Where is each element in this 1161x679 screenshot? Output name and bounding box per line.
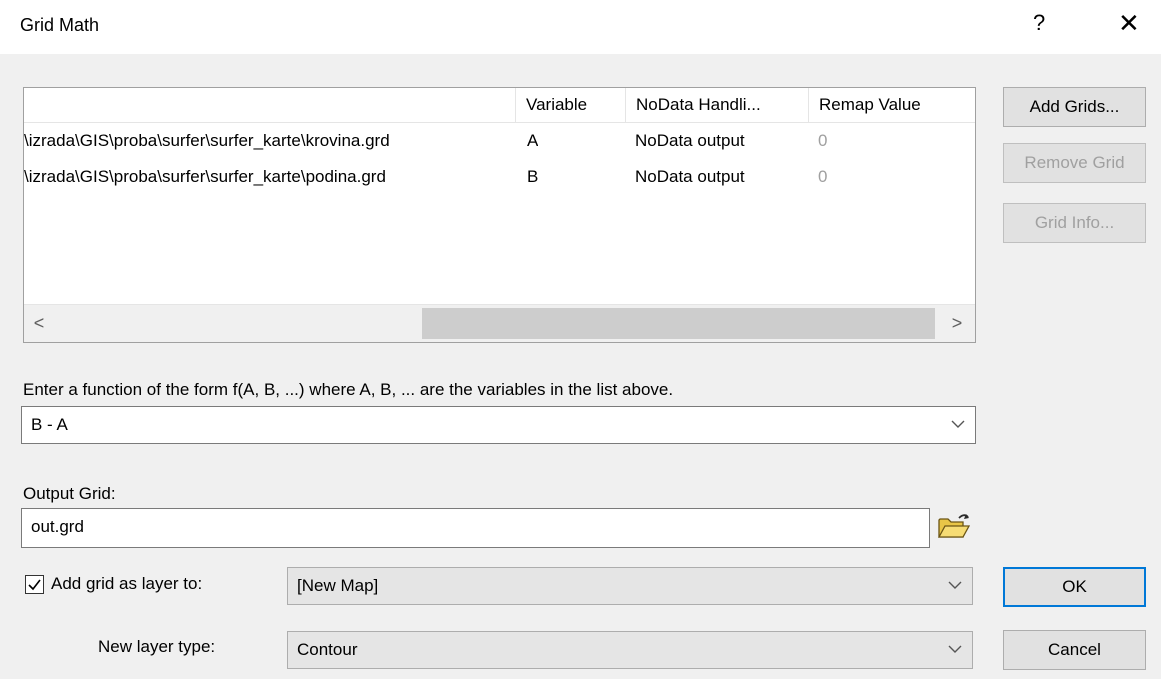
grid-nodata: NoData output: [635, 167, 745, 186]
scroll-left-icon[interactable]: <: [24, 307, 54, 339]
chevron-down-icon[interactable]: [951, 407, 965, 443]
grid-variable: B: [527, 167, 539, 186]
grid-list[interactable]: Variable NoData Handli... Remap Value \i…: [23, 87, 976, 343]
table-row[interactable]: \izrada\GIS\proba\surfer\surfer_karte\kr…: [24, 126, 975, 156]
layer-type-value: Contour: [297, 640, 358, 659]
window-title: Grid Math: [20, 15, 100, 35]
grid-remap: 0: [818, 131, 828, 150]
function-value: B - A: [31, 415, 68, 434]
grid-list-header: Variable NoData Handli... Remap Value: [24, 88, 975, 123]
cancel-button[interactable]: Cancel: [1003, 630, 1146, 670]
ok-button[interactable]: OK: [1003, 567, 1146, 607]
grid-path: \izrada\GIS\proba\surfer\surfer_karte\kr…: [24, 131, 390, 150]
function-combobox[interactable]: B - A: [21, 406, 976, 444]
output-grid-label: Output Grid:: [23, 484, 116, 503]
output-grid-input[interactable]: [21, 508, 930, 548]
map-target-value: [New Map]: [297, 576, 379, 595]
chevron-down-icon[interactable]: [948, 568, 962, 604]
scroll-right-icon[interactable]: >: [942, 307, 972, 339]
horizontal-scrollbar[interactable]: < >: [24, 304, 975, 342]
layer-type-select[interactable]: Contour: [287, 631, 973, 669]
grid-info-button[interactable]: Grid Info...: [1003, 203, 1146, 243]
column-header-path[interactable]: [24, 88, 515, 122]
table-row[interactable]: \izrada\GIS\proba\surfer\surfer_karte\po…: [24, 162, 975, 192]
scrollbar-thumb[interactable]: [422, 308, 935, 339]
close-icon[interactable]: ✕: [1118, 8, 1140, 39]
add-layer-label[interactable]: Add grid as layer to:: [51, 574, 202, 594]
chevron-down-icon[interactable]: [948, 632, 962, 668]
add-grids-button[interactable]: Add Grids...: [1003, 87, 1146, 127]
add-layer-checkbox[interactable]: [25, 575, 44, 594]
grid-path: \izrada\GIS\proba\surfer\surfer_karte\po…: [24, 167, 386, 186]
grid-remap: 0: [818, 167, 828, 186]
grid-nodata: NoData output: [635, 131, 745, 150]
column-header-variable[interactable]: Variable: [515, 88, 625, 122]
map-target-select[interactable]: [New Map]: [287, 567, 973, 605]
column-header-remap[interactable]: Remap Value: [808, 88, 948, 122]
column-header-nodata[interactable]: NoData Handli...: [625, 88, 808, 122]
layer-type-label: New layer type:: [98, 637, 216, 656]
grid-variable: A: [527, 131, 539, 150]
title-bar: [0, 0, 1161, 54]
remove-grid-button[interactable]: Remove Grid: [1003, 143, 1146, 183]
help-icon[interactable]: ?: [1033, 10, 1045, 36]
output-grid-field[interactable]: [29, 509, 895, 545]
open-folder-icon[interactable]: [937, 512, 971, 542]
function-prompt: Enter a function of the form f(A, B, ...…: [23, 380, 674, 399]
